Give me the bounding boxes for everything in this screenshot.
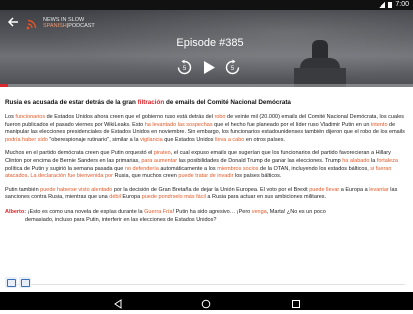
text-run: las posibilidades de Donald Trump de gan… (177, 157, 343, 164)
logo-spanish: SPANISH (43, 23, 67, 29)
text-run: en otros países. (244, 136, 286, 143)
forward-5-icon[interactable]: 5 (224, 59, 241, 77)
nav-recents-icon[interactable] (291, 296, 301, 308)
speaker-name: Alberto: (5, 208, 27, 215)
vocabulary-word[interactable]: puede pondrselo más fácil (142, 194, 206, 200)
vocabulary-word[interactable]: socios (243, 166, 259, 172)
text-run: que el hecho fue planeado por el líder r… (212, 121, 371, 128)
book-icon[interactable] (19, 277, 31, 288)
text-run: que Estados Unidos (162, 136, 215, 143)
battery-icon (388, 1, 393, 8)
statue-image (290, 40, 350, 87)
article-title: Rusia es acusada de estar detrás de la g… (5, 99, 291, 106)
status-time: 7:00 (395, 1, 409, 8)
player-controls: 5 5 (170, 59, 250, 79)
vocabulary-word[interactable]: puede haberse visto alentado (40, 187, 112, 193)
player-header: NEWS IN SLOW SPANISH|PODCAST Episode #38… (0, 10, 413, 87)
back-arrow-icon[interactable] (6, 16, 20, 30)
divider (5, 284, 405, 285)
audio-progress-fill (0, 84, 9, 87)
translate-icon[interactable] (5, 277, 17, 288)
logo-icon (26, 17, 40, 30)
text-run: automáticamente a los (158, 165, 218, 172)
audio-progress-bar[interactable] (0, 84, 413, 87)
text-run: la (369, 157, 377, 164)
article: Rusia es acusada de estar detrás de la g… (5, 99, 408, 224)
vocabulary-word[interactable]: funcionarios (15, 114, 45, 120)
text-run: a Europa a (339, 186, 370, 193)
vocabulary-word[interactable]: para aumentar (141, 158, 177, 164)
status-icons: 7:00 (379, 1, 409, 8)
vocabulary-word[interactable]: vigilancia (140, 137, 163, 143)
rewind-5-icon[interactable]: 5 (176, 59, 193, 77)
android-nav-bar (0, 292, 413, 310)
text-run: Muchos en el partido demócrata creen que… (5, 150, 154, 157)
vocabulary-word[interactable]: miembros (217, 166, 241, 172)
vocabulary-word[interactable]: lleva a cabo (215, 137, 244, 143)
text-run: Putin también (5, 186, 41, 193)
vocabulary-word[interactable]: puede llevar (309, 187, 339, 193)
bottom-tools (5, 275, 405, 289)
vocabulary-word[interactable]: La declaración fue bienvenida por (30, 173, 113, 179)
play-icon[interactable] (201, 59, 217, 77)
app-logo: NEWS IN SLOW SPANISH|PODCAST (26, 17, 95, 30)
vocabulary-word[interactable]: ha alabado (342, 158, 369, 164)
vocabulary-word[interactable]: podría haber sido (5, 137, 48, 143)
rewind-seconds: 5 (183, 66, 187, 72)
vocabulary-word[interactable]: levantar (369, 187, 389, 193)
episode-title: Episode #385 (176, 37, 244, 49)
text-run: política de Putin y sugirió la semana pa… (5, 165, 125, 172)
dialog-line: Alberto: ¡Esto es como una novela de esp… (5, 208, 326, 223)
vocabulary-word[interactable]: pirateo (154, 150, 171, 156)
status-bar: 7:00 (0, 0, 413, 10)
text-run: a Rusia para actuar en sus ambiciones mi… (205, 194, 327, 201)
logo-podcast: PODCAST (68, 23, 95, 29)
text-run: por la decisión de Gran Bretaña de dejar… (112, 186, 310, 193)
nav-back-icon[interactable] (113, 296, 123, 309)
forward-seconds: 5 (231, 66, 235, 72)
vocabulary-word[interactable]: débil (109, 194, 121, 200)
article-paragraph-2: Muchos en el partido demócrata creen que… (5, 150, 408, 180)
vocabulary-word[interactable]: robo (214, 114, 225, 120)
vocabulary-word[interactable]: intento (371, 122, 388, 128)
text-run: Los (5, 114, 16, 120)
nav-home-icon[interactable] (201, 296, 211, 309)
text-run: de la OTAN, incluyendo los estados bálti… (258, 165, 371, 172)
article-paragraph-3: Putin también puede haberse visto alenta… (5, 187, 408, 202)
text-run: Europa (120, 194, 142, 201)
vocabulary-word[interactable]: ha levantado las sospechas (145, 122, 213, 128)
text-run: los países bálticos. (233, 173, 282, 180)
text-run: "oberespionaje rutinario", similar a la (47, 136, 141, 143)
vocabulary-word[interactable]: puede tratar de invadir (178, 173, 233, 179)
text-run: Rusia, que muchos creen (112, 173, 179, 180)
vocabulary-word[interactable]: fortaleza (377, 158, 398, 164)
text-run: de Estados Unidos ahora creen que el gob… (45, 114, 215, 120)
article-paragraph-1: Los funcionarios de Estados Unidos ahora… (5, 114, 408, 144)
vocabulary-word[interactable]: no defendería (125, 166, 159, 172)
signal-icon (379, 1, 386, 8)
